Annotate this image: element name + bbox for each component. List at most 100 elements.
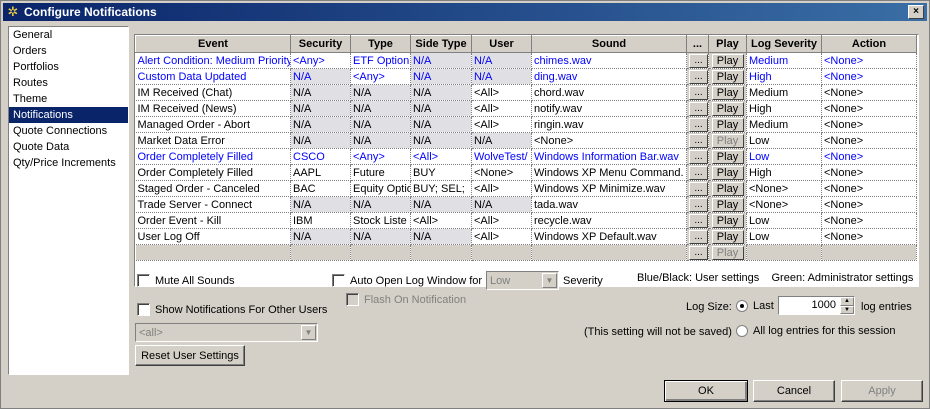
cell-sound[interactable]: <None>: [531, 132, 687, 149]
cell-type[interactable]: N/A: [350, 228, 411, 245]
cell-event[interactable]: IM Received (Chat): [135, 84, 291, 101]
cell-security[interactable]: N/A: [290, 100, 351, 117]
cell-side[interactable]: <All>: [410, 148, 472, 165]
browse-sound-button[interactable]: ...: [689, 181, 708, 196]
cell-event[interactable]: Order Completely Filled: [135, 164, 291, 181]
user-combo[interactable]: <all> ▼: [135, 323, 318, 342]
column-header-log-severity[interactable]: Log Severity: [746, 35, 822, 53]
cell-side[interactable]: N/A: [410, 52, 472, 69]
cell-sound[interactable]: tada.wav: [531, 196, 687, 213]
table-row[interactable]: ... Play: [135, 244, 917, 261]
all-entries-radio[interactable]: [736, 325, 748, 337]
cell-side[interactable]: <All>: [410, 212, 472, 229]
play-sound-button[interactable]: Play: [711, 165, 744, 180]
cell-security[interactable]: N/A: [290, 84, 351, 101]
play-sound-button[interactable]: Play: [711, 53, 744, 68]
cell-severity[interactable]: [746, 244, 822, 261]
apply-button[interactable]: Apply: [841, 380, 923, 402]
cell-action[interactable]: [821, 244, 917, 261]
cell-action[interactable]: <None>: [821, 84, 917, 101]
cell-severity[interactable]: Low: [746, 132, 822, 149]
auto-open-log-checkbox[interactable]: [332, 274, 345, 287]
cell-event[interactable]: Alert Condition: Medium Priority: [135, 52, 291, 69]
cell-user[interactable]: <All>: [471, 180, 532, 197]
cell-action[interactable]: <None>: [821, 228, 917, 245]
cell-type[interactable]: N/A: [350, 100, 411, 117]
browse-sound-button[interactable]: ...: [689, 101, 708, 116]
cell-severity[interactable]: Low: [746, 212, 822, 229]
cell-sound[interactable]: Windows Information Bar.wav: [531, 148, 687, 165]
cell-type[interactable]: Stock Liste: [350, 212, 411, 229]
browse-sound-button[interactable]: ...: [689, 149, 708, 164]
chevron-down-icon[interactable]: ▼: [542, 273, 557, 288]
cell-action[interactable]: <None>: [821, 132, 917, 149]
cell-user[interactable]: N/A: [471, 52, 532, 69]
cell-type[interactable]: <Any>: [350, 68, 411, 85]
play-sound-button[interactable]: Play: [711, 229, 744, 244]
auto-open-severity-combo[interactable]: Low ▼: [486, 271, 559, 290]
cell-sound[interactable]: chimes.wav: [531, 52, 687, 69]
cell-action[interactable]: <None>: [821, 148, 917, 165]
cell-event[interactable]: Managed Order - Abort: [135, 116, 291, 133]
cell-sound[interactable]: Windows XP Default.wav: [531, 228, 687, 245]
table-row[interactable]: Trade Server - Connect N/A N/A N/A N/A tada.w…: [135, 196, 917, 213]
play-sound-button[interactable]: Play: [711, 197, 744, 212]
cell-user[interactable]: N/A: [471, 68, 532, 85]
browse-sound-button[interactable]: ...: [689, 245, 708, 260]
cell-severity[interactable]: <None>: [746, 196, 822, 213]
cell-security[interactable]: N/A: [290, 228, 351, 245]
sidebar-item-theme[interactable]: Theme: [9, 91, 128, 107]
cell-action[interactable]: <None>: [821, 196, 917, 213]
column-header-browse[interactable]: ...: [686, 35, 709, 53]
cell-user[interactable]: <None>: [471, 164, 532, 181]
cell-side[interactable]: N/A: [410, 132, 472, 149]
cancel-button[interactable]: Cancel: [753, 380, 835, 402]
cell-action[interactable]: <None>: [821, 116, 917, 133]
cell-severity[interactable]: High: [746, 164, 822, 181]
mute-all-sounds-option[interactable]: Mute All Sounds: [137, 274, 235, 287]
sidebar-item-quote-connections[interactable]: Quote Connections: [9, 123, 128, 139]
play-sound-button[interactable]: Play: [711, 69, 744, 84]
reset-user-settings-button[interactable]: Reset User Settings: [135, 345, 245, 366]
cell-user[interactable]: <All>: [471, 228, 532, 245]
cell-type[interactable]: N/A: [350, 84, 411, 101]
column-header-play[interactable]: Play: [708, 35, 747, 53]
cell-type[interactable]: ETF Option: [350, 52, 411, 69]
browse-sound-button[interactable]: ...: [689, 85, 708, 100]
cell-sound[interactable]: ringin.wav: [531, 116, 687, 133]
cell-security[interactable]: [290, 244, 351, 261]
close-button[interactable]: ×: [908, 5, 924, 19]
last-entries-radio[interactable]: [736, 300, 748, 312]
cell-sound[interactable]: notify.wav: [531, 100, 687, 117]
table-row[interactable]: Custom Data Updated N/A <Any> N/A N/A ding.wa…: [135, 68, 917, 85]
cell-sound[interactable]: Windows XP Menu Command.: [531, 164, 687, 181]
column-header-event[interactable]: Event: [135, 35, 291, 53]
table-row[interactable]: Alert Condition: Medium Priority <Any> ETF…: [135, 52, 917, 69]
cell-type[interactable]: Future: [350, 164, 411, 181]
cell-user[interactable]: <All>: [471, 84, 532, 101]
cell-user[interactable]: <All>: [471, 212, 532, 229]
table-row[interactable]: Order Completely Filled CSCO <Any> <All> Wol…: [135, 148, 917, 165]
cell-side[interactable]: N/A: [410, 84, 472, 101]
table-row[interactable]: User Log Off N/A N/A N/A <All> Windows XP Def…: [135, 228, 917, 245]
cell-security[interactable]: N/A: [290, 116, 351, 133]
cell-severity[interactable]: <None>: [746, 180, 822, 197]
cell-user[interactable]: [471, 244, 532, 261]
cell-sound[interactable]: Windows XP Minimize.wav: [531, 180, 687, 197]
cell-side[interactable]: [410, 244, 472, 261]
cell-user[interactable]: N/A: [471, 196, 532, 213]
browse-sound-button[interactable]: ...: [689, 213, 708, 228]
table-row[interactable]: Order Completely Filled AAPL Future BUY <Non…: [135, 164, 917, 181]
cell-side[interactable]: N/A: [410, 68, 472, 85]
cell-security[interactable]: AAPL: [290, 164, 351, 181]
cell-sound[interactable]: recycle.wav: [531, 212, 687, 229]
cell-side[interactable]: BUY: [410, 164, 472, 181]
browse-sound-button[interactable]: ...: [689, 197, 708, 212]
cell-side[interactable]: N/A: [410, 100, 472, 117]
sidebar-item-notifications[interactable]: Notifications: [9, 107, 128, 123]
sidebar-item-quote-data[interactable]: Quote Data: [9, 139, 128, 155]
cell-event[interactable]: [135, 244, 291, 261]
cell-event[interactable]: IM Received (News): [135, 100, 291, 117]
show-other-users-option[interactable]: Show Notifications For Other Users: [137, 303, 327, 316]
sidebar-item-orders[interactable]: Orders: [9, 43, 128, 59]
